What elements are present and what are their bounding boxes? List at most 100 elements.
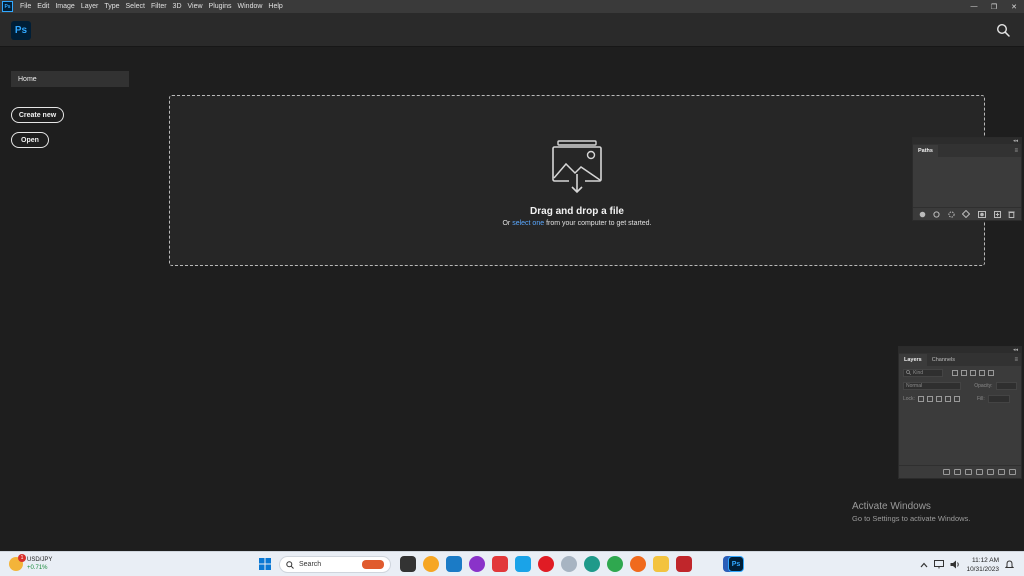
app-icon-4[interactable] <box>561 556 577 572</box>
search-icon[interactable] <box>996 23 1010 37</box>
lock-image-icon[interactable] <box>926 395 933 402</box>
file-explorer-icon[interactable] <box>653 556 669 572</box>
clock[interactable]: 11:12 AM 10/31/2023 <box>966 556 999 574</box>
volume-icon[interactable] <box>950 560 960 569</box>
app-icon-2[interactable] <box>446 556 462 572</box>
delete-layer-icon[interactable] <box>1009 469 1016 475</box>
layer-filter-row: Kind <box>899 366 1021 379</box>
type-filter-icon[interactable] <box>970 369 976 376</box>
menu-image[interactable]: Image <box>52 3 77 10</box>
create-new-button[interactable]: Create new <box>11 107 64 123</box>
chrome-icon[interactable] <box>607 556 623 572</box>
app-icon[interactable]: Ps <box>2 1 13 12</box>
notification-bell-icon[interactable] <box>1005 560 1014 569</box>
clock-time: 11:12 AM <box>972 556 999 564</box>
fill-path-icon[interactable] <box>919 211 926 218</box>
taskbar-search[interactable]: Search <box>279 556 391 573</box>
minimize-button[interactable]: — <box>964 0 984 13</box>
firefox-icon[interactable] <box>630 556 646 572</box>
opacity-field[interactable] <box>995 381 1017 390</box>
lock-artboard-icon[interactable] <box>944 395 951 402</box>
vivaldi-icon[interactable] <box>492 556 508 572</box>
menu-window[interactable]: Window <box>235 3 266 10</box>
add-mask-icon[interactable] <box>965 469 972 475</box>
stock-widget[interactable]: 1 USD/JPY +0.71% <box>9 554 52 572</box>
tab-paths[interactable]: Paths <box>913 145 938 157</box>
layer-kind-label: Kind <box>913 369 924 376</box>
drop-sub-suffix: from your computer to get started. <box>544 220 652 227</box>
ticker-text: USD/JPY +0.71% <box>27 556 52 572</box>
menu-file[interactable]: File <box>17 3 34 10</box>
filezilla-icon[interactable] <box>676 556 692 572</box>
link-layers-icon[interactable] <box>943 469 950 475</box>
menu-edit[interactable]: Edit <box>34 3 52 10</box>
load-selection-icon[interactable] <box>948 210 955 218</box>
new-group-icon[interactable] <box>987 469 994 475</box>
app-header: Ps <box>0 13 1024 47</box>
fx-icon[interactable] <box>954 469 961 475</box>
smart-object-filter-icon[interactable] <box>988 369 994 376</box>
layers-footer <box>899 465 1021 478</box>
add-mask-icon[interactable] <box>978 210 987 218</box>
menu-view[interactable]: View <box>185 3 206 10</box>
lock-position-icon[interactable] <box>935 395 942 402</box>
system-tray: 11:12 AM 10/31/2023 <box>920 552 1024 576</box>
app-icon-1[interactable] <box>423 556 439 572</box>
edge-icon[interactable] <box>584 556 600 572</box>
open-button[interactable]: Open <box>11 132 49 148</box>
panel-menu-icon[interactable]: ≡ <box>1014 357 1021 366</box>
windows-start-icon[interactable] <box>257 556 273 572</box>
image-upload-icon <box>552 140 602 194</box>
panel-menu-icon[interactable]: ≡ <box>1014 148 1021 157</box>
paths-panel: ◂◂ Paths ≡ <box>912 137 1022 221</box>
layers-panel: ◂◂ Layers Channels ≡ Kind Normal Opacity… <box>898 346 1022 479</box>
paths-footer <box>913 207 1021 220</box>
network-icon[interactable] <box>934 560 945 569</box>
stroke-path-icon[interactable] <box>933 210 940 218</box>
lock-row: Lock: Fill: <box>899 392 1021 405</box>
nav-home[interactable]: Home <box>11 71 129 87</box>
layer-kind-filter[interactable]: Kind <box>903 368 943 377</box>
lock-all-icon[interactable] <box>953 395 960 402</box>
clock-date: 10/31/2023 <box>966 565 999 573</box>
menu-help[interactable]: Help <box>265 3 285 10</box>
app-icon-w[interactable] <box>515 556 531 572</box>
photoshop-logo[interactable]: Ps <box>11 21 31 40</box>
photoshop-taskbar-icon[interactable]: Ps <box>728 556 744 572</box>
menu-bar: Ps File Edit Image Layer Type Select Fil… <box>0 0 1024 13</box>
menu-layer[interactable]: Layer <box>78 3 102 10</box>
menu-filter[interactable]: Filter <box>148 3 170 10</box>
adjustment-layer-icon[interactable] <box>976 469 983 475</box>
pixel-filter-icon[interactable] <box>952 369 958 376</box>
opera-icon[interactable] <box>538 556 554 572</box>
menu-plugins[interactable]: Plugins <box>206 3 235 10</box>
menu-3d[interactable]: 3D <box>170 3 185 10</box>
delete-path-icon[interactable] <box>1008 211 1015 218</box>
new-path-icon[interactable] <box>993 210 1001 218</box>
chevron-up-icon[interactable] <box>920 562 928 568</box>
blend-mode-select[interactable]: Normal <box>903 381 962 390</box>
tab-channels[interactable]: Channels <box>927 354 960 366</box>
task-view-icon[interactable] <box>400 556 416 572</box>
fill-field[interactable] <box>987 394 1010 403</box>
menu-select[interactable]: Select <box>123 3 148 10</box>
ticker-change: +0.71% <box>27 565 48 571</box>
ticker-symbol: USD/JPY <box>27 557 53 563</box>
lock-label: Lock: <box>903 395 915 402</box>
blend-row: Normal Opacity: <box>899 379 1021 392</box>
drop-sub-prefix: Or <box>502 220 513 227</box>
shape-filter-icon[interactable] <box>979 369 985 376</box>
make-work-path-icon[interactable] <box>962 210 971 218</box>
restore-button[interactable]: ❐ <box>984 0 1004 13</box>
close-button[interactable]: ✕ <box>1004 0 1024 13</box>
tab-layers[interactable]: Layers <box>899 354 927 366</box>
activate-title: Activate Windows <box>852 501 931 512</box>
search-highlight-icon <box>362 560 384 569</box>
new-layer-icon[interactable] <box>998 469 1005 475</box>
app-icon-3[interactable] <box>469 556 485 572</box>
lock-transparent-icon[interactable] <box>917 395 924 402</box>
select-file-link[interactable]: select one <box>512 220 544 227</box>
menu-type[interactable]: Type <box>101 3 122 10</box>
adjustment-filter-icon[interactable] <box>961 369 967 376</box>
notification-badge: 1 <box>18 554 26 562</box>
